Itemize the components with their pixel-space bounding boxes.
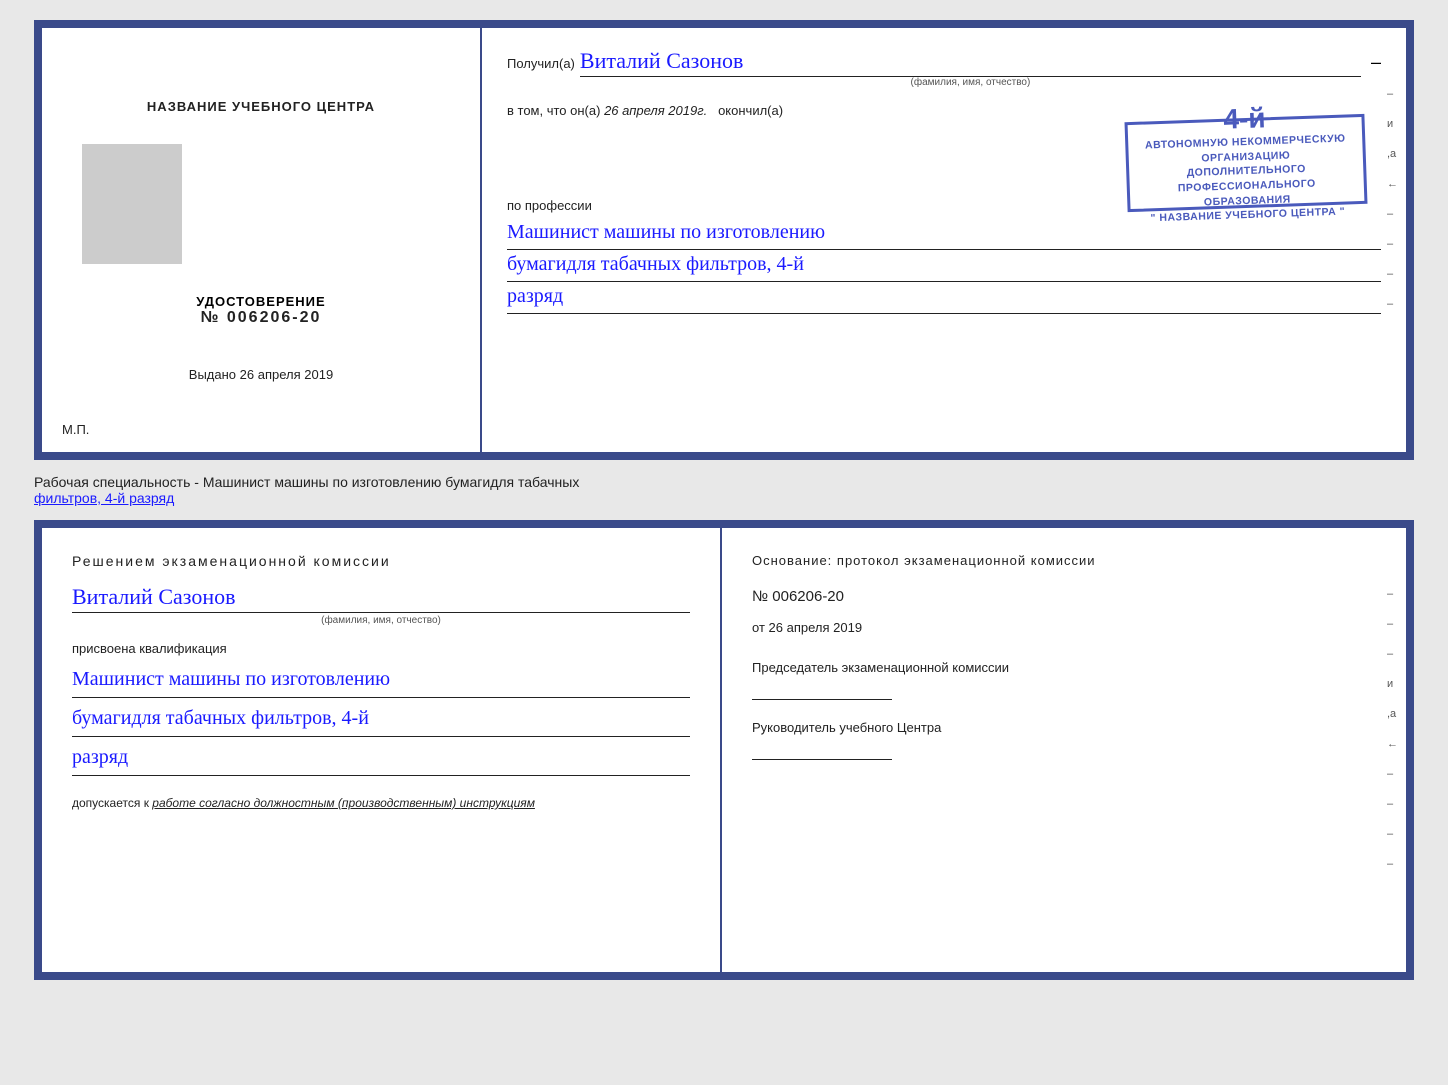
- assigned-text: присвоена квалификация: [72, 641, 690, 656]
- chairman-section: Председатель экзаменационной комиссии: [752, 660, 1376, 700]
- profession-line2: бумагидля табачных фильтров, 4-й: [507, 250, 1381, 282]
- cert-label: УДОСТОВЕРЕНИЕ: [196, 294, 325, 309]
- mp-label: М.П.: [62, 422, 89, 437]
- bottom-right-panel: Основание: протокол экзаменационной коми…: [722, 528, 1406, 972]
- recipient-name: Виталий Сазонов: [580, 48, 1361, 77]
- protocol-number: № 006206-20: [752, 588, 1376, 605]
- cert-label-number: УДОСТОВЕРЕНИЕ № 006206-20: [196, 294, 325, 367]
- basis-label: Основание: протокол экзаменационной коми…: [752, 553, 1376, 568]
- person-name-bottom: Виталий Сазонов: [72, 584, 690, 613]
- chairman-label: Председатель экзаменационной комиссии: [752, 660, 1376, 675]
- fio-label-top: (фамилия, имя, отчество): [580, 77, 1361, 88]
- cert-number: № 006206-20: [196, 309, 325, 327]
- qual-line1: Машинист машины по изготовлению: [72, 664, 690, 698]
- head-signature: [752, 740, 892, 760]
- allowed-text: допускается к работе согласно должностны…: [72, 796, 690, 810]
- head-label: Руководитель учебного Центра: [752, 720, 1376, 735]
- certificate-bottom: Решением экзаменационной комиссии Витали…: [34, 520, 1414, 980]
- cert-issued: Выдано 26 апреля 2019: [189, 367, 333, 382]
- training-center-title: НАЗВАНИЕ УЧЕБНОГО ЦЕНТРА: [147, 99, 375, 114]
- recipient-section: Получил(а) Виталий Сазонов (фамилия, имя…: [507, 48, 1381, 88]
- fio-label-bottom: (фамилия, имя, отчество): [72, 615, 690, 626]
- decision-title: Решением экзаменационной комиссии: [72, 553, 690, 569]
- head-section: Руководитель учебного Центра: [752, 720, 1376, 760]
- recipient-label: Получил(а): [507, 56, 575, 71]
- qual-line2: бумагидля табачных фильтров, 4-й: [72, 703, 690, 737]
- stamp-number: 4-й: [1223, 102, 1266, 135]
- qual-line3: разряд: [72, 742, 690, 776]
- chairman-signature: [752, 680, 892, 700]
- bottom-left-panel: Решением экзаменационной комиссии Витали…: [42, 528, 722, 972]
- photo-placeholder: [82, 144, 182, 264]
- cert-left-panel: НАЗВАНИЕ УЧЕБНОГО ЦЕНТРА УДОСТОВЕРЕНИЕ №…: [42, 28, 482, 452]
- date-from: от 26 апреля 2019: [752, 620, 1376, 635]
- subtitle-text: Рабочая специальность - Машинист машины …: [34, 472, 1414, 508]
- stamp-block: 4-й АВТОНОМНУЮ НЕКОММЕРЧЕСКУЮ ОРГАНИЗАЦИ…: [1125, 114, 1368, 212]
- cert-right-panel: Получил(а) Виталий Сазонов (фамилия, имя…: [482, 28, 1406, 452]
- profession-line3: разряд: [507, 282, 1381, 314]
- right-side-marks: – и ,а ← – – – –: [1387, 88, 1398, 310]
- subtitle-underline: фильтров, 4-й разряд: [34, 490, 174, 506]
- certificate-top: НАЗВАНИЕ УЧЕБНОГО ЦЕНТРА УДОСТОВЕРЕНИЕ №…: [34, 20, 1414, 460]
- stamp-line2: ДОПОЛНИТЕЛЬНОГО ПРОФЕССИОНАЛЬНОГО ОБРАЗО…: [1134, 160, 1359, 212]
- bottom-right-marks: – – – и ,а ← – – – –: [1387, 588, 1398, 870]
